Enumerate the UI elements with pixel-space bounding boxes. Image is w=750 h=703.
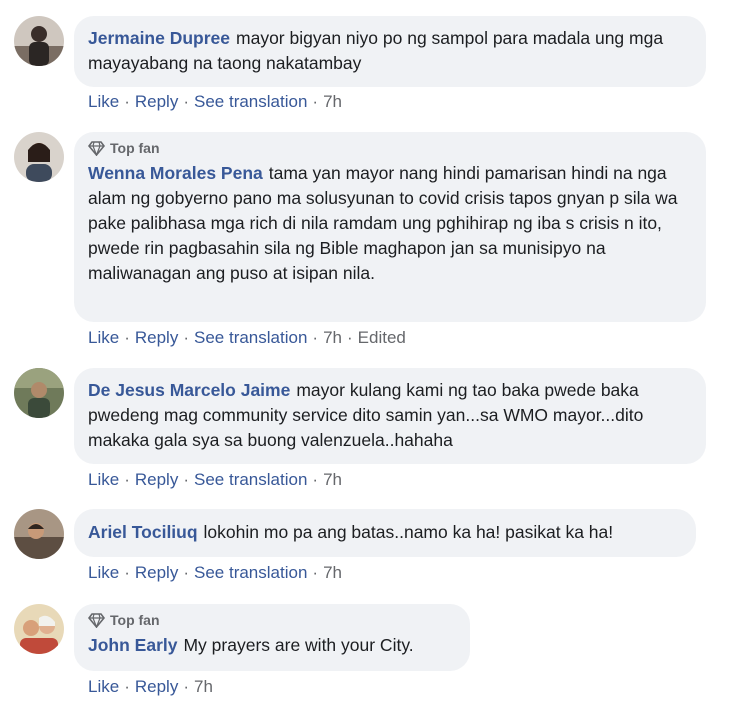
top-fan-badge: Top fan bbox=[88, 140, 692, 156]
separator: · bbox=[124, 92, 130, 111]
like-button[interactable]: Like bbox=[88, 677, 119, 696]
reply-button[interactable]: Reply bbox=[135, 470, 178, 489]
comment-actions: Like · Reply · 7h bbox=[88, 677, 213, 697]
badge-label: Top fan bbox=[110, 140, 160, 156]
separator: · bbox=[312, 92, 319, 111]
avatar[interactable] bbox=[14, 604, 64, 654]
profile-photo-icon bbox=[14, 509, 64, 559]
separator: · bbox=[183, 563, 189, 582]
see-translation-button[interactable]: See translation bbox=[194, 470, 307, 489]
timestamp[interactable]: 7h bbox=[323, 470, 342, 489]
comment-author[interactable]: Jermaine Dupree bbox=[88, 28, 230, 48]
like-button[interactable]: Like bbox=[88, 328, 119, 347]
comment-bubble: Jermaine Dupree mayor bigyan niyo po ng s… bbox=[74, 16, 706, 87]
diamond-icon bbox=[88, 140, 105, 156]
like-button[interactable]: Like bbox=[88, 563, 119, 582]
comment-actions: Like · Reply · See translation · 7h · Edited bbox=[88, 328, 406, 348]
comment-actions: Like · Reply · See translation · 7h bbox=[88, 92, 342, 112]
edited-label[interactable]: Edited bbox=[358, 328, 406, 347]
separator: · bbox=[183, 470, 189, 489]
timestamp[interactable]: 7h bbox=[323, 92, 342, 111]
reply-button[interactable]: Reply bbox=[135, 92, 178, 111]
separator: · bbox=[312, 328, 319, 347]
timestamp[interactable]: 7h bbox=[194, 677, 213, 696]
comment-bubble: Top fan Wenna Morales Pena tama yan mayor… bbox=[74, 132, 706, 322]
profile-photo-icon bbox=[14, 604, 64, 654]
comment-author[interactable]: John Early bbox=[88, 635, 177, 655]
diamond-icon bbox=[88, 612, 105, 628]
see-translation-button[interactable]: See translation bbox=[194, 563, 307, 582]
avatar[interactable] bbox=[14, 16, 64, 66]
reply-button[interactable]: Reply bbox=[135, 677, 178, 696]
comment-actions: Like · Reply · See translation · 7h bbox=[88, 563, 342, 583]
comment-text: lokohin mo pa ang batas..namo ka ha! pas… bbox=[203, 522, 614, 542]
comment-bubble: Top fan John Early My prayers are with yo… bbox=[74, 604, 470, 671]
separator: · bbox=[124, 328, 130, 347]
top-fan-badge: Top fan bbox=[88, 612, 456, 628]
profile-photo-icon bbox=[14, 368, 64, 418]
comment-actions: Like · Reply · See translation · 7h bbox=[88, 470, 342, 490]
separator: · bbox=[124, 470, 130, 489]
profile-photo-icon bbox=[14, 132, 64, 182]
see-translation-button[interactable]: See translation bbox=[194, 328, 307, 347]
badge-label: Top fan bbox=[110, 612, 160, 628]
avatar[interactable] bbox=[14, 132, 64, 182]
separator: · bbox=[124, 563, 130, 582]
like-button[interactable]: Like bbox=[88, 92, 119, 111]
timestamp[interactable]: 7h bbox=[323, 328, 342, 347]
separator: · bbox=[183, 328, 189, 347]
avatar[interactable] bbox=[14, 368, 64, 418]
timestamp[interactable]: 7h bbox=[323, 563, 342, 582]
separator: · bbox=[183, 677, 189, 696]
comment-author[interactable]: Wenna Morales Pena bbox=[88, 163, 263, 183]
reply-button[interactable]: Reply bbox=[135, 563, 178, 582]
comment-text: My prayers are with your City. bbox=[183, 635, 414, 655]
separator: · bbox=[124, 677, 130, 696]
see-translation-button[interactable]: See translation bbox=[194, 92, 307, 111]
separator: · bbox=[312, 563, 319, 582]
comment-bubble: Ariel Tociliuq lokohin mo pa ang batas..n… bbox=[74, 509, 696, 557]
reply-button[interactable]: Reply bbox=[135, 328, 178, 347]
comment-author[interactable]: De Jesus Marcelo Jaime bbox=[88, 380, 290, 400]
avatar[interactable] bbox=[14, 509, 64, 559]
separator: · bbox=[312, 470, 319, 489]
like-button[interactable]: Like bbox=[88, 470, 119, 489]
comment-bubble: De Jesus Marcelo Jaime mayor kulang kami … bbox=[74, 368, 706, 464]
comment-author[interactable]: Ariel Tociliuq bbox=[88, 522, 198, 542]
profile-photo-icon bbox=[14, 16, 64, 66]
separator: · bbox=[347, 328, 353, 347]
separator: · bbox=[183, 92, 189, 111]
